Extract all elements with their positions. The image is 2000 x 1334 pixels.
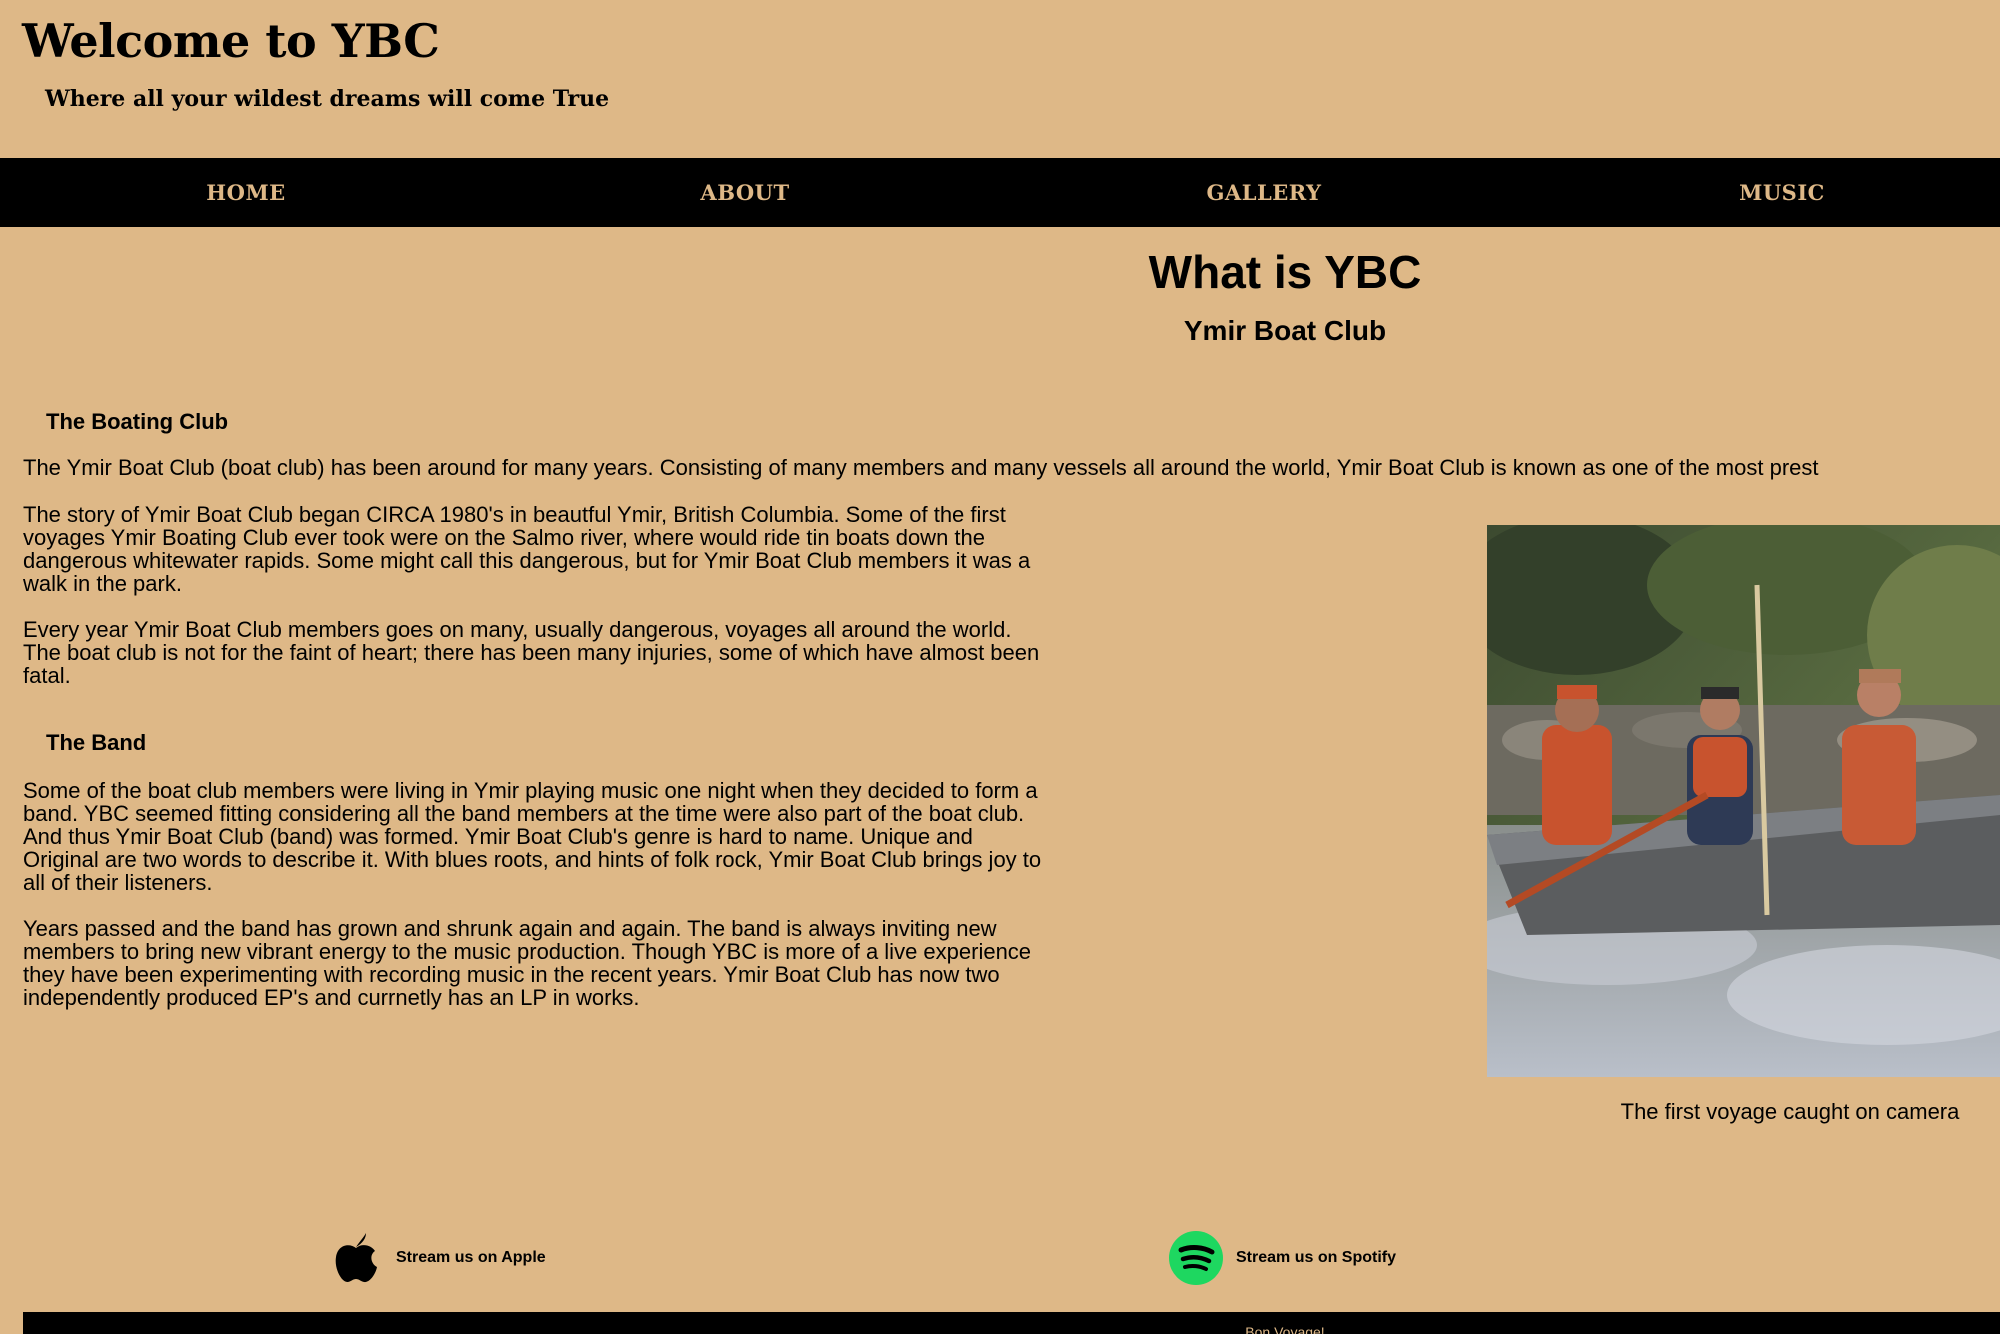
nav-item-music[interactable]: MUSIC <box>1739 158 1825 227</box>
stream-apple-label: Stream us on Apple <box>396 1249 546 1266</box>
site-tagline: Where all your wildest dreams will come … <box>45 86 610 112</box>
boating-club-intro: The Ymir Boat Club (boat club) has been … <box>23 455 1819 480</box>
footer-text: Bon Voyage! <box>1245 1324 1325 1334</box>
page-heading: What is YBC <box>1148 246 1422 298</box>
nav-item-gallery[interactable]: GALLERY <box>1206 158 1321 227</box>
stream-spotify-label: Stream us on Spotify <box>1236 1249 1397 1266</box>
site-title: Welcome to YBC <box>22 14 440 68</box>
site-header: Welcome to YBC Where all your wildest dr… <box>0 0 2000 158</box>
photo-caption: The first voyage caught on camera <box>1620 1099 1960 1124</box>
nav-item-home[interactable]: HOME <box>206 158 285 227</box>
main-nav: HOME ABOUT GALLERY MUSIC <box>0 158 2000 227</box>
stream-apple-link[interactable]: Stream us on Apple <box>328 1230 546 1286</box>
stream-spotify-link[interactable]: Stream us on Spotify <box>1168 1230 1396 1286</box>
boating-club-history: The story of Ymir Boat Club began CIRCA … <box>23 502 1031 596</box>
band-recent: Years passed and the band has grown and … <box>23 916 1032 1010</box>
nav-item-about[interactable]: ABOUT <box>700 158 789 227</box>
band-origin: Some of the boat club members were livin… <box>23 778 1042 895</box>
band-heading: The Band <box>46 730 147 755</box>
spotify-icon <box>1168 1230 1224 1286</box>
apple-icon <box>328 1230 384 1286</box>
boating-club-voyages: Every year Ymir Boat Club members goes o… <box>23 617 1040 688</box>
page-subheading: Ymir Boat Club <box>1183 315 1387 346</box>
voyage-photo <box>1487 525 2000 1077</box>
site-footer: Bon Voyage! <box>23 1312 2000 1334</box>
boating-club-heading: The Boating Club <box>46 409 229 434</box>
